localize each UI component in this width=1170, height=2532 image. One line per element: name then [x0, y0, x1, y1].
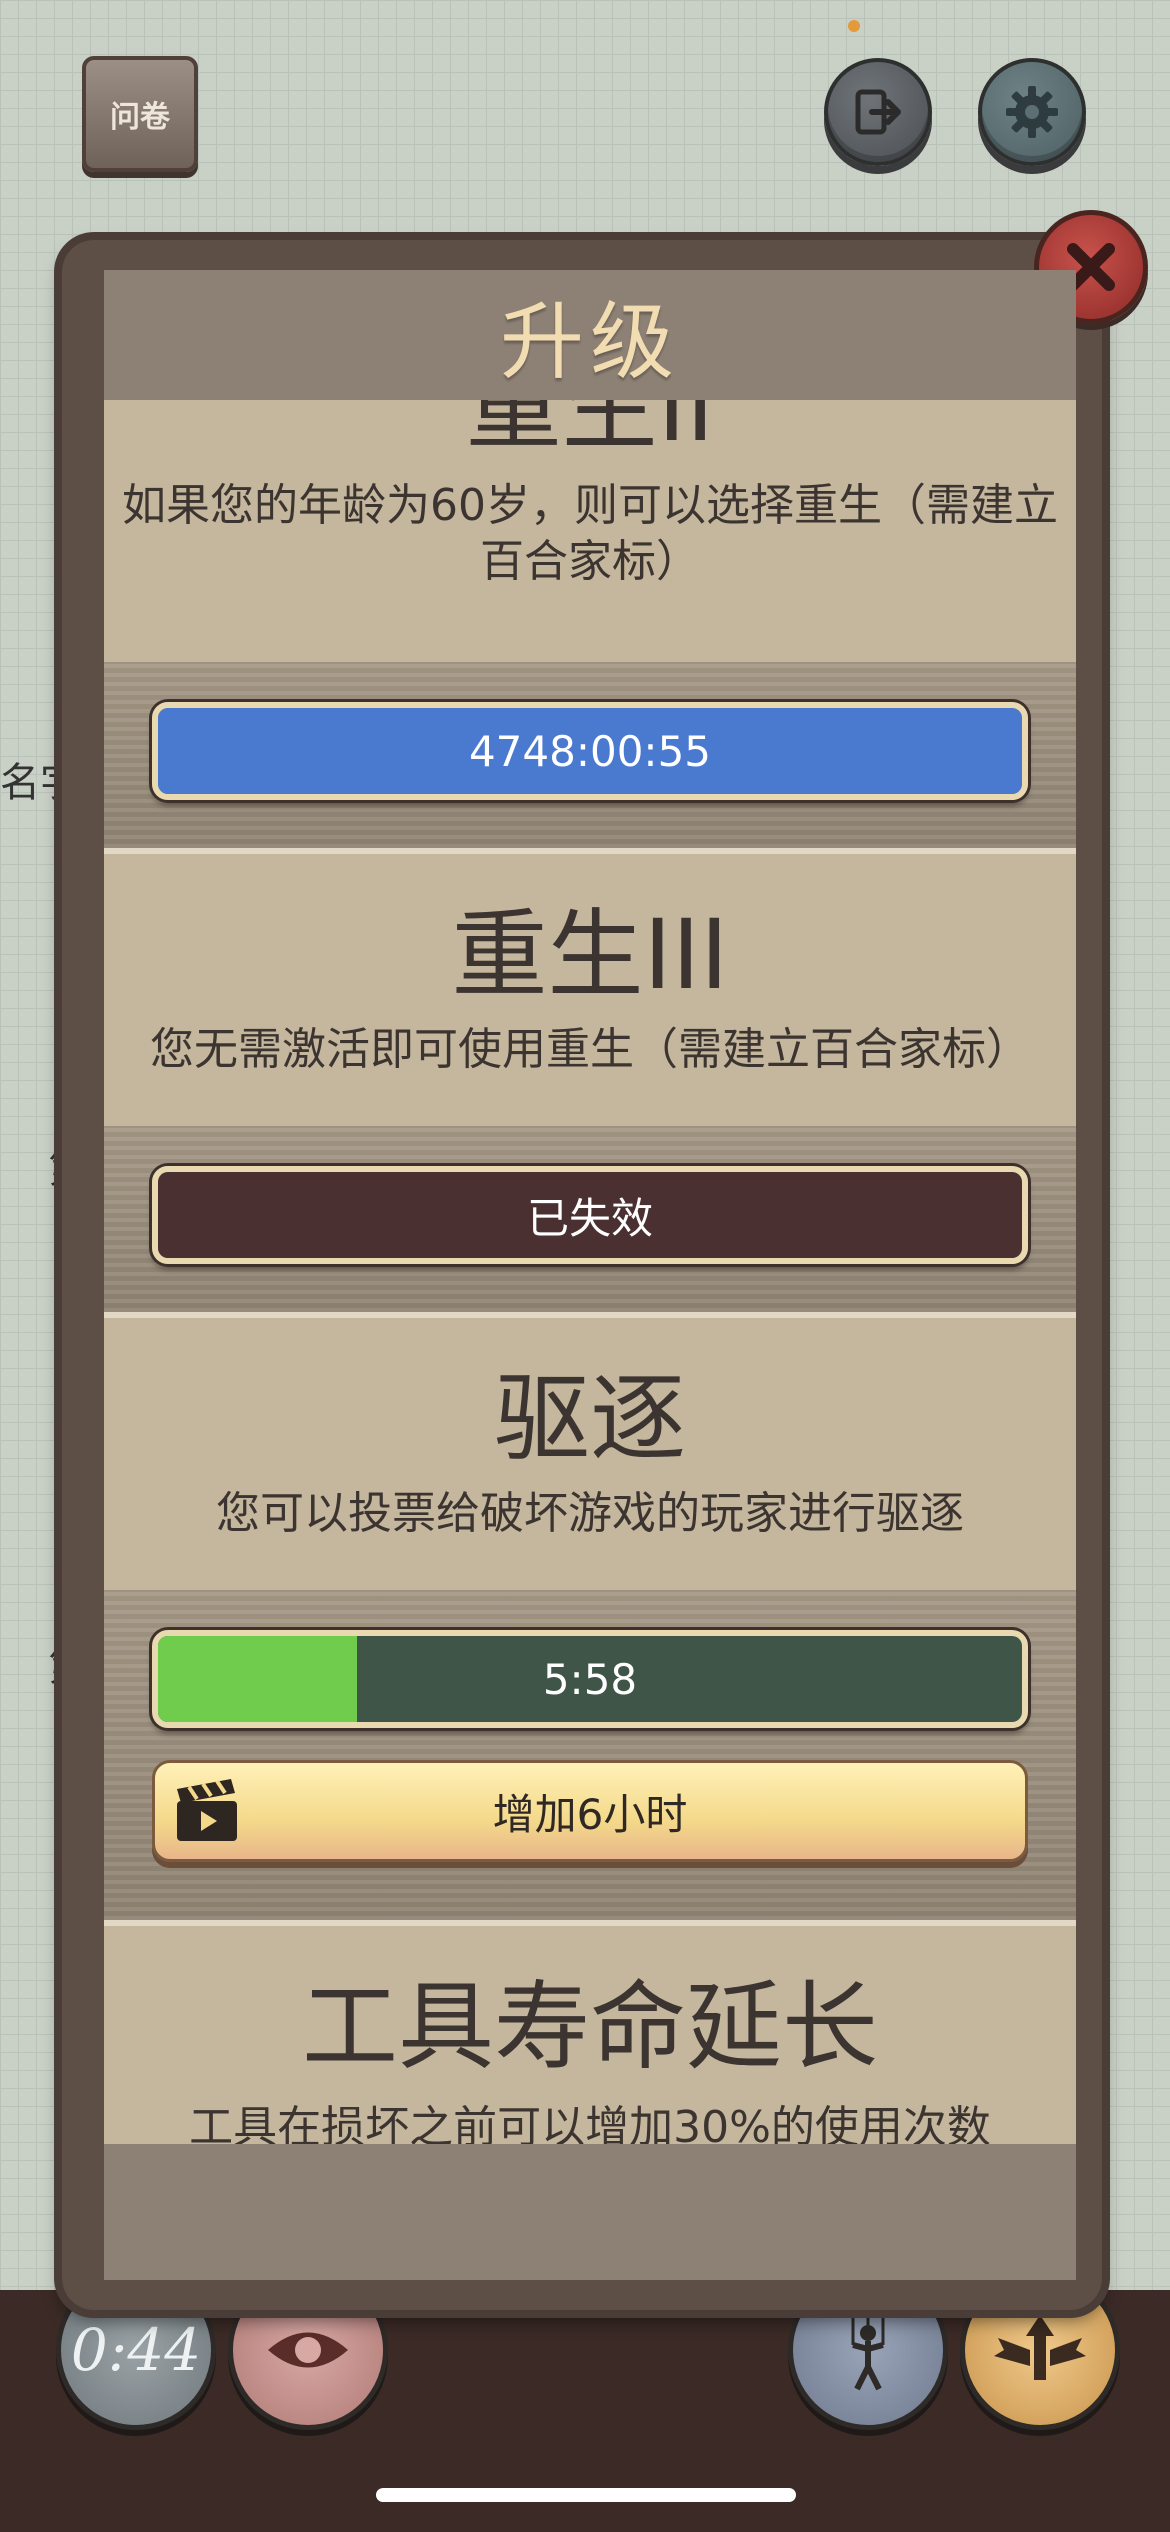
survey-label: 问卷	[110, 100, 170, 135]
timer-text: 0:44	[70, 2316, 202, 2384]
exit-icon	[855, 89, 901, 135]
upgrade-panel: 升级 重生II 如果您的年龄为60岁，则可以选择重生（需建立百合家标） 4748…	[104, 270, 1076, 2280]
upgrade-card-action: 4748:00:55	[104, 662, 1076, 848]
notification-dot	[848, 20, 860, 32]
puppet-icon	[843, 2312, 893, 2391]
gear-icon	[1006, 86, 1058, 138]
upgrade-list[interactable]: 重生II 如果您的年龄为60岁，则可以选择重生（需建立百合家标） 4748:00…	[104, 400, 1076, 2144]
add-6-hours-button[interactable]: 增加6小时	[152, 1760, 1028, 1862]
timer-bar-fill	[158, 1636, 357, 1722]
upgrade-card-action: 5:58 增加6小时	[104, 1590, 1076, 1920]
card-description: 您可以投票给破坏游戏的玩家进行驱逐	[216, 1488, 964, 1539]
card-title: 驱逐	[494, 1363, 686, 1475]
clapperboard-icon	[177, 1779, 237, 1841]
upgrade-card-top: 重生III 您无需激活即可使用重生（需建立百合家标）	[104, 854, 1076, 1126]
upgrade-card-top: 重生II 如果您的年龄为60岁，则可以选择重生（需建立百合家标）	[104, 400, 1076, 662]
eye-icon	[268, 2332, 348, 2368]
rebirth-ii-timer-bar: 4748:00:55	[152, 702, 1028, 800]
card-description: 工具在损坏之前可以增加30%的使用次数	[189, 2102, 991, 2144]
panel-footer	[104, 2144, 1076, 2280]
survey-button[interactable]: 问卷	[82, 56, 198, 172]
exit-button[interactable]	[824, 58, 932, 166]
card-description: 如果您的年龄为60岁，则可以选择重生（需建立百合家标）	[122, 480, 1058, 587]
card-title: 重生II	[465, 400, 715, 463]
status-text: 已失效	[526, 1193, 653, 1243]
winged-arrow-icon	[994, 2315, 1086, 2380]
settings-button[interactable]	[978, 58, 1086, 166]
card-description: 您无需激活即可使用重生（需建立百合家标）	[150, 1024, 1030, 1075]
upgrade-card-action: 已失效	[104, 1126, 1076, 1312]
upgrade-card-top: 工具寿命延长 工具在损坏之前可以增加30%的使用次数	[104, 1926, 1076, 2144]
rebirth-iii-status-bar: 已失效	[152, 1166, 1028, 1264]
card-title: 重生III	[451, 899, 729, 1011]
home-indicator	[376, 2488, 796, 2502]
add-6-hours-label: 增加6小时	[492, 1789, 688, 1839]
timer-text: 5:58	[542, 1654, 638, 1704]
timer-text: 4748:00:55	[468, 726, 712, 776]
kick-timer-bar: 5:58	[152, 1630, 1028, 1728]
upgrade-card-top: 驱逐 您可以投票给破坏游戏的玩家进行驱逐	[104, 1318, 1076, 1590]
panel-title: 升级	[104, 270, 1076, 400]
card-title: 工具寿命延长	[302, 1971, 878, 2083]
